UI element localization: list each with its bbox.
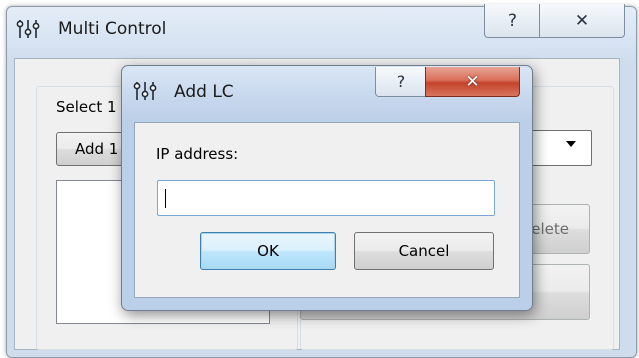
close-icon: ✕ [465,71,480,92]
close-icon: ✕ [574,10,590,31]
main-help-button[interactable]: ? [484,4,541,38]
add-button-label: Add 1 [75,140,119,158]
cancel-button-label: Cancel [398,242,450,260]
ok-button[interactable]: OK [200,232,336,270]
ip-address-label: IP address: [156,145,239,163]
sliders-icon [133,82,157,100]
cancel-button[interactable]: Cancel [354,232,494,270]
main-window-title: Multi Control [58,19,167,39]
dialog-title: Add LC [174,82,234,102]
text-caret [165,189,166,208]
delete-button-label: elete [531,220,569,238]
select-label: Select 1 [56,98,117,116]
dialog-help-button[interactable]: ? [375,67,427,97]
question-mark-icon: ? [507,10,518,31]
ok-button-label: OK [257,242,279,260]
main-close-button[interactable]: ✕ [539,4,625,38]
question-mark-icon: ? [396,72,406,91]
dialog-close-button[interactable]: ✕ [425,67,520,97]
ip-address-input[interactable] [157,180,495,216]
sliders-icon [16,20,40,38]
chevron-down-icon[interactable] [566,141,576,147]
